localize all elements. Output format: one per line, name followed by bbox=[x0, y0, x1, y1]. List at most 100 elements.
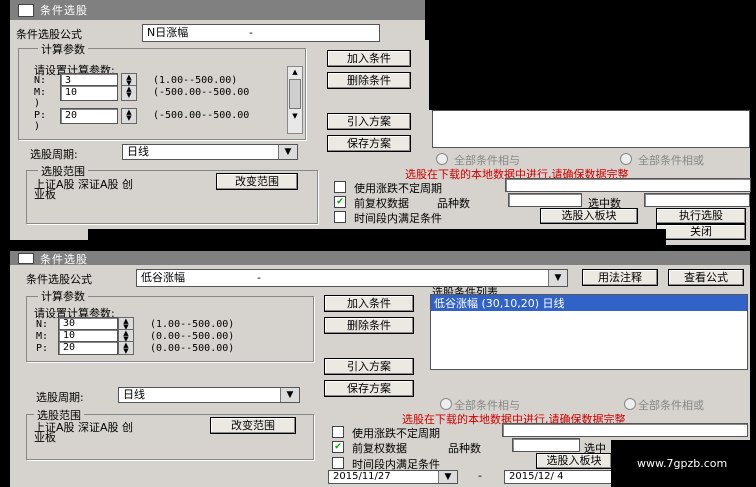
radio-all-or[interactable] bbox=[624, 398, 636, 410]
param-m-input[interactable]: 10 bbox=[60, 85, 118, 101]
app-icon bbox=[18, 253, 34, 264]
watermark-text: www.7gpzb.com bbox=[637, 457, 728, 470]
param-p-label: P: bbox=[34, 110, 47, 121]
save-plan-button[interactable]: 保存方案 bbox=[324, 380, 414, 397]
variety-count-label: 品种数 bbox=[448, 442, 481, 455]
use-unstable-label: 使用涨跌不定周期 bbox=[352, 427, 440, 440]
date-from-picker[interactable]: 2015/11/27 ▼ bbox=[328, 470, 458, 484]
period-label: 选股周期: bbox=[36, 391, 84, 404]
formula-select-suffix: - bbox=[257, 271, 261, 284]
view-formula-button[interactable]: 查看公式 bbox=[668, 269, 744, 286]
param-m-spinner[interactable]: ▲ ▼ bbox=[121, 85, 137, 101]
date-to-value: 2015/12/ 4 bbox=[509, 471, 564, 482]
formula-select-suffix: - bbox=[249, 26, 253, 39]
scroll-thumb[interactable] bbox=[289, 79, 301, 109]
scroll-up-icon[interactable]: ▲ bbox=[288, 67, 302, 77]
date-separator: - bbox=[478, 469, 482, 482]
formula-select-value: N日涨幅 bbox=[147, 26, 189, 39]
chevron-down-icon[interactable]: ▼ bbox=[548, 270, 567, 286]
bottom-title-bar: 条件选股 bbox=[10, 251, 750, 266]
delete-condition-button[interactable]: 删除条件 bbox=[327, 72, 411, 89]
scroll-down-icon[interactable]: ▼ bbox=[288, 111, 302, 121]
radio-all-or-label: 全部条件相或 bbox=[638, 399, 704, 412]
import-plan-button[interactable]: 引入方案 bbox=[327, 113, 411, 130]
pre-adjust-checkbox[interactable]: ✔ bbox=[332, 441, 344, 453]
to-block-button[interactable]: 选股入板块 bbox=[536, 453, 612, 469]
radio-all-and[interactable] bbox=[440, 398, 452, 410]
pre-adjust-label: 前复权数据 bbox=[352, 442, 407, 455]
formula-select[interactable]: N日涨幅 - bbox=[142, 24, 380, 42]
param-p-spinner[interactable]: ▲ ▼ bbox=[118, 341, 134, 355]
date-to-picker[interactable]: 2015/12/ 4 bbox=[504, 470, 614, 484]
bottom-window-title: 条件选股 bbox=[40, 253, 88, 266]
date-from-value: 2015/11/27 bbox=[333, 471, 391, 482]
import-plan-button[interactable]: 引入方案 bbox=[324, 358, 414, 375]
unstable-field[interactable] bbox=[505, 178, 751, 192]
param-n-range: (1.00--500.00) bbox=[150, 319, 235, 330]
condition-list[interactable]: 低谷涨幅 (30,10,20) 日线 bbox=[430, 294, 748, 370]
top-title-bar: 条件选股 bbox=[10, 0, 425, 20]
param-p-label: P: bbox=[36, 343, 49, 354]
time-range-label: 时间段内满足条件 bbox=[354, 212, 442, 225]
watermark-box: www.7gpzb.com bbox=[611, 440, 756, 487]
variety-count-field bbox=[508, 193, 582, 207]
add-condition-button[interactable]: 加入条件 bbox=[327, 50, 411, 67]
period-select-value: 日线 bbox=[123, 388, 145, 401]
params-scrollbar[interactable]: ▲ ▼ bbox=[287, 66, 303, 134]
param-n-label: N: bbox=[36, 319, 49, 330]
condition-list[interactable] bbox=[432, 110, 750, 148]
formula-label: 条件选股公式 bbox=[26, 273, 92, 286]
formula-select-value: 低谷涨幅 bbox=[141, 271, 185, 284]
to-block-button[interactable]: 选股入板块 bbox=[540, 208, 638, 224]
save-plan-button[interactable]: 保存方案 bbox=[327, 135, 411, 152]
close-button[interactable]: 关闭 bbox=[656, 224, 746, 240]
param-m-range-wrap: ) bbox=[34, 98, 41, 109]
unstable-field[interactable] bbox=[502, 423, 748, 437]
radio-all-or-label: 全部条件相或 bbox=[638, 154, 704, 167]
chevron-down-icon[interactable]: ▼ bbox=[438, 471, 457, 483]
chevron-down-icon[interactable]: ▼ bbox=[278, 145, 297, 159]
period-select-value: 日线 bbox=[127, 145, 149, 158]
pre-adjust-checkbox[interactable]: ✔ bbox=[334, 196, 346, 208]
variety-count-field bbox=[512, 438, 580, 452]
period-select[interactable]: 日线 ▼ bbox=[122, 144, 298, 160]
param-m-range: (0.00--500.00) bbox=[150, 331, 235, 342]
param-p-spinner[interactable]: ▲ ▼ bbox=[121, 108, 137, 124]
period-select[interactable]: 日线 ▼ bbox=[118, 387, 300, 403]
formula-label: 条件选股公式 bbox=[16, 28, 82, 41]
list-item[interactable]: 低谷涨幅 (30,10,20) 日线 bbox=[431, 295, 747, 311]
usage-notes-button[interactable]: 用法注释 bbox=[582, 269, 658, 286]
delete-condition-button[interactable]: 删除条件 bbox=[324, 317, 414, 334]
execute-button[interactable]: 执行选股 bbox=[656, 208, 746, 224]
change-range-button[interactable]: 改变范围 bbox=[210, 417, 296, 434]
param-m-range: (-500.00--500.00 bbox=[153, 87, 250, 98]
range-text-wrap: 业板 bbox=[34, 431, 56, 444]
param-n-label: N: bbox=[34, 75, 47, 86]
use-unstable-label: 使用涨跌不定周期 bbox=[354, 182, 442, 195]
time-range-checkbox[interactable] bbox=[334, 211, 346, 223]
chevron-down-icon[interactable]: ▼ bbox=[280, 388, 299, 402]
use-unstable-checkbox[interactable] bbox=[334, 181, 346, 193]
param-p-input[interactable]: 20 bbox=[60, 108, 118, 124]
app-icon bbox=[18, 4, 34, 17]
param-p-range: (0.00--500.00) bbox=[150, 343, 235, 354]
range-text-wrap: 业板 bbox=[34, 188, 56, 201]
param-m-label: M: bbox=[34, 87, 47, 98]
use-unstable-checkbox[interactable] bbox=[332, 426, 344, 438]
selected-count-field bbox=[644, 193, 750, 207]
params-group-title: 计算参数 bbox=[38, 288, 88, 304]
add-condition-button[interactable]: 加入条件 bbox=[324, 295, 414, 312]
radio-all-or[interactable] bbox=[620, 153, 632, 165]
param-p-range-wrap: ) bbox=[34, 121, 41, 132]
param-m-label: M: bbox=[36, 331, 49, 342]
formula-select[interactable]: 低谷涨幅 - ▼ bbox=[136, 269, 568, 287]
top-window-title: 条件选股 bbox=[40, 4, 88, 17]
param-p-input[interactable]: 20 bbox=[58, 341, 118, 355]
param-p-range: (-500.00--500.00 bbox=[153, 110, 250, 121]
radio-all-and[interactable] bbox=[436, 153, 448, 165]
change-range-button[interactable]: 改变范围 bbox=[216, 173, 298, 190]
time-range-checkbox[interactable] bbox=[332, 457, 344, 469]
pre-adjust-label: 前复权数据 bbox=[354, 197, 409, 210]
period-label: 选股周期: bbox=[30, 148, 78, 161]
separator-band bbox=[88, 229, 666, 251]
